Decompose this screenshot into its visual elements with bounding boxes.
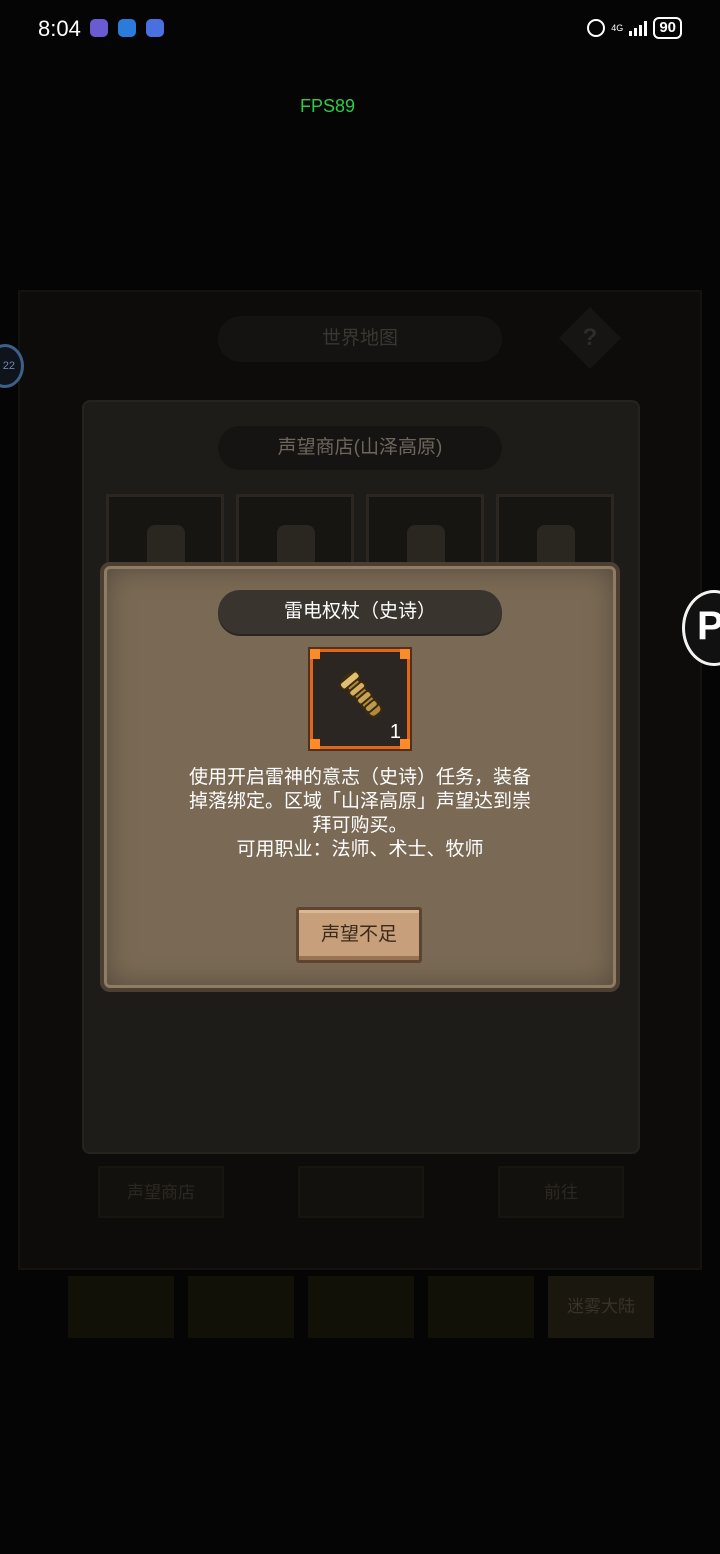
frame-corner (400, 739, 410, 749)
item-title: 雷电权杖（史诗） (218, 590, 502, 634)
status-time: 8:04 (38, 16, 81, 41)
shop-item-slot[interactable] (236, 494, 354, 566)
region-tab[interactable] (188, 1276, 294, 1338)
item-icon (407, 525, 445, 565)
bulb-notification-icon (118, 19, 136, 37)
app-notification-icon (90, 19, 108, 37)
frame-corner (400, 649, 410, 659)
item-icon (147, 525, 185, 565)
middle-button[interactable] (298, 1166, 424, 1218)
help-icon: ? (582, 324, 598, 351)
fps-counter: FPS89 (300, 96, 356, 116)
reputation-shop-title: 声望商店(山泽高原) (218, 426, 502, 470)
available-classes: 可用职业：法师、术士、牧师 (236, 839, 484, 860)
description-line: 掉落绑定。区域「山泽高原」声望达到崇 (188, 791, 531, 812)
region-tab[interactable] (68, 1276, 174, 1338)
description-line: 拜可购买。 (312, 815, 408, 836)
item-icon (537, 525, 575, 565)
status-bar: 8:04 4G 90 (0, 0, 720, 60)
shop-item-slot[interactable] (106, 494, 224, 566)
frame-corner (310, 649, 320, 659)
network-type: 4G (611, 22, 624, 33)
alarm-icon (587, 19, 606, 37)
region-tab[interactable] (428, 1276, 534, 1338)
help-button[interactable]: ? (558, 306, 622, 370)
insufficient-reputation-button[interactable]: 声望不足 (296, 907, 422, 963)
reputation-shop-button[interactable]: 声望商店 (98, 1166, 224, 1218)
item-icon (277, 525, 315, 565)
item-description: 使用开启雷神的意志（史诗）任务，装备 掉落绑定。区域「山泽高原」声望达到崇 拜可… (150, 766, 570, 862)
description-line: 使用开启雷神的意志（史诗）任务，装备 (188, 767, 531, 788)
scepter-icon (339, 670, 383, 718)
shop-item-slot[interactable] (366, 494, 484, 566)
item-count: 1 (389, 721, 401, 743)
world-map-title: 世界地图 (218, 316, 502, 362)
signal-icon (629, 20, 648, 36)
region-tab-mist-continent[interactable]: 迷雾大陆 (548, 1276, 654, 1338)
battery-indicator: 90 (653, 17, 682, 39)
item-slot: 1 (310, 649, 410, 749)
status-indicators: 4G 90 (587, 17, 682, 39)
go-button[interactable]: 前往 (498, 1166, 624, 1218)
frame-corner (310, 739, 320, 749)
region-tab[interactable] (308, 1276, 414, 1338)
shop-item-slot[interactable] (496, 494, 614, 566)
music-notification-icon (146, 19, 164, 37)
